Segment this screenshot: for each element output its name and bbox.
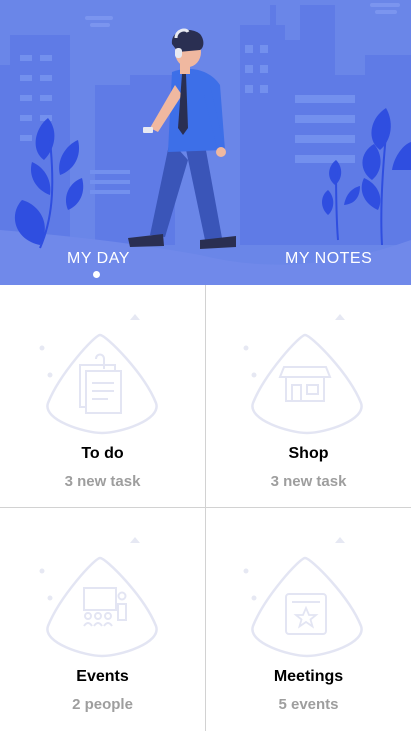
tab-my-day[interactable]: MY DAY (67, 250, 130, 268)
events-title: Events (76, 668, 129, 685)
city-illustration (0, 3, 411, 285)
shop-subtitle: 3 new task (270, 473, 347, 490)
tab-my-notes[interactable]: MY NOTES (285, 250, 372, 268)
header-hero: MY DAY MY NOTES (0, 0, 411, 285)
todo-title: To do (81, 445, 124, 462)
todo-subtitle: 3 new task (64, 473, 141, 490)
shop-card[interactable]: Shop 3 new task (206, 285, 411, 507)
events-card[interactable]: Events 2 people (0, 508, 205, 730)
events-subtitle: 2 people (72, 696, 133, 713)
meetings-subtitle: 5 events (278, 696, 339, 713)
meetings-title: Meetings (273, 668, 344, 685)
active-tab-indicator (93, 271, 100, 278)
todo-card[interactable]: To do 3 new task (0, 285, 205, 507)
meetings-card[interactable]: Meetings 5 events (206, 508, 411, 730)
shop-title: Shop (288, 445, 329, 462)
category-grid: To do 3 new task Shop 3 new task Events … (0, 285, 411, 731)
